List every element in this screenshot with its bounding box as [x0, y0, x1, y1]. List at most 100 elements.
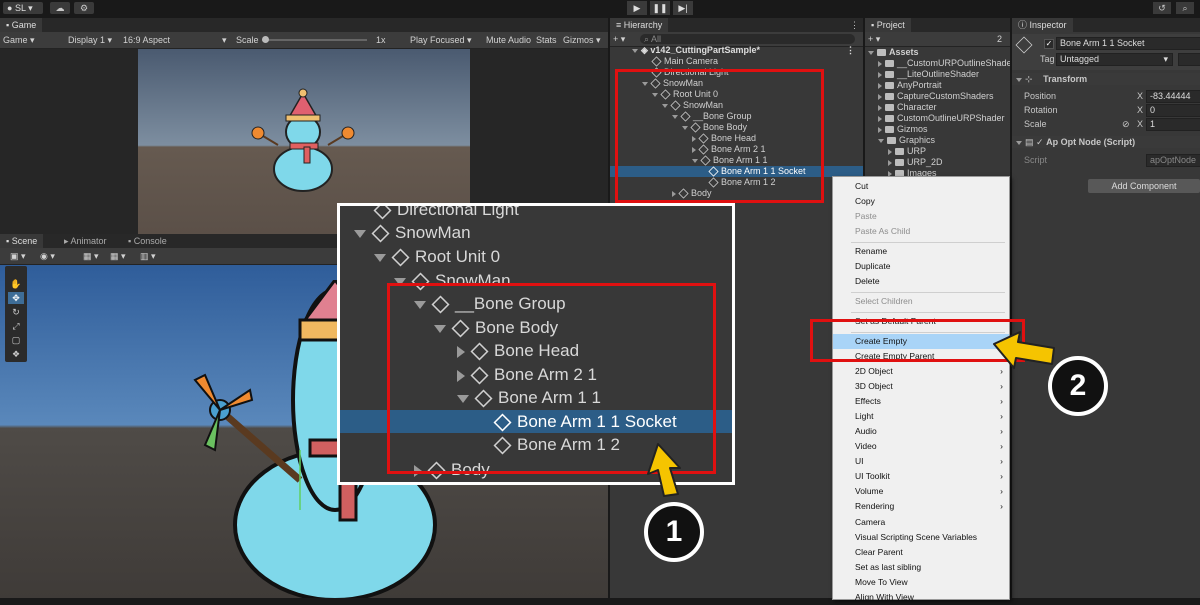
globe-icon[interactable]: ◉ ▾: [40, 248, 55, 264]
tab-animator[interactable]: ▸ Animator: [58, 234, 113, 248]
project-folder[interactable]: Graphics: [865, 135, 1010, 146]
search-icon[interactable]: ⌕: [1176, 2, 1194, 14]
menu-item-audio[interactable]: Audio ›: [833, 424, 1009, 439]
menu-item-rendering[interactable]: Rendering ›: [833, 499, 1009, 514]
menu-item-ui-toolkit[interactable]: UI Toolkit ›: [833, 469, 1009, 484]
rotation-x-field[interactable]: 0: [1146, 104, 1200, 117]
component-header[interactable]: ▤ ✓ Ap Opt Node (Script): [1012, 136, 1200, 148]
tab-hierarchy[interactable]: ≡ Hierarchy: [610, 18, 669, 32]
folder-icon: [877, 49, 886, 57]
menu-item-volume[interactable]: Volume ›: [833, 484, 1009, 499]
inspector-tabbar: ⓘ Inspector: [1012, 18, 1200, 32]
project-create-button[interactable]: + ▾: [868, 32, 880, 46]
script-label: Script: [1024, 155, 1048, 165]
tag-label: Tag: [1040, 54, 1055, 64]
menu-item-clear-parent[interactable]: Clear Parent: [833, 545, 1009, 560]
rotate-tool-icon[interactable]: ↻: [8, 306, 24, 318]
move-tool-icon[interactable]: ✥: [8, 292, 24, 304]
project-folder[interactable]: __LiteOutlineShader: [865, 69, 1010, 80]
grid-snap-icon[interactable]: ▦ ▾: [83, 248, 99, 264]
tab-scene[interactable]: ▪ Scene: [0, 234, 44, 248]
cloud-icon[interactable]: ☁: [50, 2, 70, 14]
project-folder[interactable]: __CustomURPOutlineShader: [865, 58, 1010, 69]
rect-tool-icon[interactable]: ▢: [8, 334, 24, 346]
tab-game[interactable]: ▪ Game: [0, 18, 43, 32]
menu-item-rename[interactable]: Rename: [833, 244, 1009, 259]
menu-item-set-as-last-sibling[interactable]: Set as last sibling: [833, 560, 1009, 575]
project-root-assets[interactable]: Assets: [865, 47, 1010, 58]
zoom-row-snowman: SnowMan: [340, 221, 732, 244]
grid-icon[interactable]: ▦ ▾: [110, 248, 126, 264]
menu-item-move-to-view[interactable]: Move To View: [833, 575, 1009, 590]
tab-console[interactable]: ▪ Console: [122, 234, 173, 248]
transform-tool-icon[interactable]: ❖: [8, 348, 24, 360]
scene-row[interactable]: ◈ v142_CuttingPartSample* ⋮: [610, 45, 863, 56]
menu-item-3d-object[interactable]: 3D Object ›: [833, 379, 1009, 394]
play-focused-dropdown[interactable]: Play Focused ▾: [410, 32, 472, 48]
scale-tool-icon[interactable]: ⤢: [8, 320, 24, 332]
game-view: ▪ Game Game ▾ Display 1 ▾ 16:9 Aspect ▾ …: [0, 18, 608, 234]
zoom-row-root-unit: Root Unit 0: [340, 245, 732, 268]
object-name-field[interactable]: Bone Arm 1 1 Socket: [1056, 37, 1200, 50]
tab-inspector[interactable]: ⓘ Inspector: [1012, 18, 1073, 32]
mute-audio-toggle[interactable]: Mute Audio: [486, 32, 531, 48]
menu-item-copy[interactable]: Copy: [833, 194, 1009, 209]
menu-item-light[interactable]: Light ›: [833, 409, 1009, 424]
scale-x-field[interactable]: 1: [1146, 118, 1200, 131]
add-component-button[interactable]: Add Component: [1088, 179, 1200, 193]
gizmos-dropdown[interactable]: Gizmos ▾: [563, 32, 601, 48]
menu-item-2d-object[interactable]: 2D Object ›: [833, 364, 1009, 379]
project-folder[interactable]: CustomOutlineURPShader: [865, 113, 1010, 124]
play-icon[interactable]: ▶: [627, 1, 647, 15]
menu-item-select-children[interactable]: Select Children: [833, 294, 1009, 309]
position-x-field[interactable]: -83.44444: [1146, 90, 1200, 103]
project-folder[interactable]: Gizmos: [865, 124, 1010, 135]
project-folder[interactable]: URP: [865, 146, 1010, 157]
create-button[interactable]: + ▾: [613, 32, 625, 46]
scale-slider-handle[interactable]: [262, 36, 269, 43]
tag-dropdown[interactable]: Untagged ▾: [1056, 53, 1173, 66]
stats-toggle[interactable]: Stats: [536, 32, 557, 48]
collab-icon[interactable]: ⚙: [74, 2, 94, 14]
project-folder[interactable]: CaptureCustomShaders: [865, 91, 1010, 102]
pause-icon[interactable]: ❚❚: [650, 1, 670, 15]
game-mode-dropdown[interactable]: Game ▾: [3, 32, 35, 48]
project-count: 2: [997, 34, 1003, 44]
hierarchy-search-input[interactable]: ⌕ All: [640, 34, 855, 44]
menu-item-camera[interactable]: Camera: [833, 515, 1009, 530]
increment-snap-icon[interactable]: ▥ ▾: [140, 248, 156, 264]
transform-header[interactable]: ⊹ Transform: [1012, 73, 1200, 85]
project-folder[interactable]: AnyPortrait: [865, 80, 1010, 91]
draw-mode-icon[interactable]: ▣ ▾: [10, 248, 26, 264]
aspect-dropdown[interactable]: 16:9 Aspect: [123, 32, 170, 48]
aspect-chevron-icon[interactable]: ▾: [222, 32, 227, 48]
hierarchy-menu-icon[interactable]: ⋮: [850, 18, 859, 32]
menu-item-duplicate[interactable]: Duplicate: [833, 259, 1009, 274]
menu-item-effects[interactable]: Effects ›: [833, 394, 1009, 409]
component-enabled-checkbox[interactable]: ✓: [1036, 137, 1044, 147]
menu-item-paste-as-child[interactable]: Paste As Child: [833, 224, 1009, 239]
history-icon[interactable]: ↺: [1153, 2, 1171, 14]
menu-separator: [851, 292, 1005, 293]
layer-dropdown[interactable]: [1178, 53, 1200, 66]
pointer-arrow-1-icon: [647, 443, 681, 497]
menu-item-video[interactable]: Video ›: [833, 439, 1009, 454]
tab-project[interactable]: ▪ Project: [865, 18, 911, 32]
menu-item-cut[interactable]: Cut: [833, 179, 1009, 194]
display-dropdown[interactable]: Display 1 ▾: [68, 32, 112, 48]
project-folder[interactable]: URP_2D: [865, 157, 1010, 168]
active-checkbox[interactable]: ✓: [1044, 39, 1054, 49]
step-icon[interactable]: ▶|: [673, 1, 693, 15]
game-toolbar: Game ▾ Display 1 ▾ 16:9 Aspect ▾ Scale 1…: [0, 32, 608, 49]
menu-item-ui[interactable]: UI ›: [833, 454, 1009, 469]
tree-item-main-camera[interactable]: Main Camera: [610, 56, 863, 67]
scale-slider[interactable]: [262, 36, 367, 43]
project-folder[interactable]: Character: [865, 102, 1010, 113]
account-button[interactable]: ● SL ▾: [3, 2, 43, 14]
menu-item-delete[interactable]: Delete: [833, 274, 1009, 289]
hand-tool-icon[interactable]: ✋: [8, 278, 24, 290]
scene-menu-icon[interactable]: ⋮: [846, 45, 855, 56]
menu-item-visual-scripting-scene-variables[interactable]: Visual Scripting Scene Variables: [833, 530, 1009, 545]
menu-item-paste[interactable]: Paste: [833, 209, 1009, 224]
link-icon[interactable]: ⊘: [1122, 119, 1130, 130]
